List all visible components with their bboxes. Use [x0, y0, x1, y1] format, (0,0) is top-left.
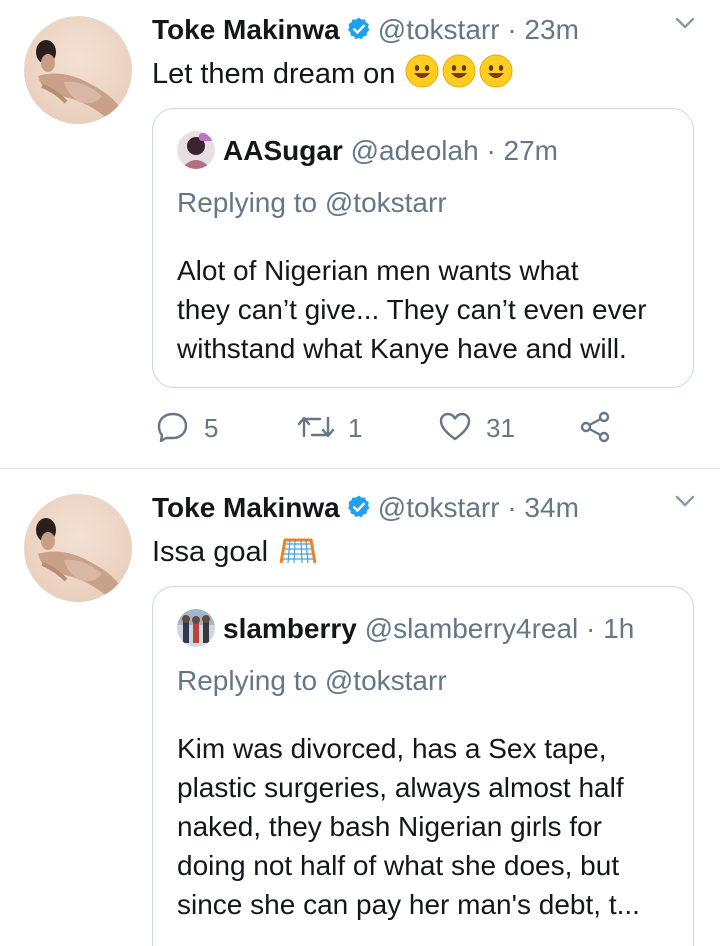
reply-count: 5	[204, 413, 219, 443]
retweet-count: 1	[348, 413, 363, 443]
quoted-avatar	[177, 131, 215, 169]
tweet-divider	[0, 468, 720, 469]
author-handle[interactable]: @tokstarr	[378, 14, 500, 45]
quoted-text-line: since she can pay her man's debt, t...	[177, 889, 640, 920]
tweet-text-content: Issa goal	[152, 536, 269, 568]
quoted-handle: @slamberry4real	[364, 613, 579, 644]
quoted-tweet-header: slamberry @slamberry4real · 1h	[177, 609, 634, 649]
tweet-text-content: Let them dream on	[152, 58, 396, 90]
tweet-actions: 5 1 31	[152, 398, 712, 458]
quoted-text-line: naked, they bash Nigerian girls for	[177, 811, 602, 842]
quoted-text-line: withstand what Kanye have and will.	[177, 333, 627, 364]
quoted-time: · 27m	[486, 135, 559, 166]
tweet-header: Toke Makinwa @tokstarr · 34m	[152, 488, 579, 528]
quoted-tweet[interactable]: slamberry @slamberry4real · 1h Replying …	[152, 586, 694, 946]
avatar[interactable]	[24, 494, 132, 602]
smiling-face-emoji-icon	[405, 54, 513, 99]
tweet-time[interactable]: · 34m	[507, 492, 579, 523]
replying-to: Replying to @tokstarr	[177, 187, 447, 218]
replying-to: Replying to @tokstarr	[177, 665, 447, 696]
chevron-down-icon[interactable]	[672, 488, 698, 519]
quoted-text: Kim was divorced, has a Sex tape, plasti…	[177, 729, 640, 924]
tweet-time[interactable]: · 23m	[507, 14, 579, 45]
quoted-author-name: AASugar	[223, 135, 343, 166]
goal-net-emoji-icon	[278, 536, 318, 577]
quoted-tweet-header: AASugar @adeolah · 27m	[177, 131, 558, 171]
quoted-tweet[interactable]: AASugar @adeolah · 27m Replying to @toks…	[152, 108, 694, 388]
quoted-text: Alot of Nigerian men wants what they can…	[177, 251, 647, 368]
quoted-text-line: Kim was divorced, has a Sex tape,	[177, 733, 607, 764]
quoted-text-line: they can’t give... They can’t even ever	[177, 294, 647, 325]
tweet[interactable]: Toke Makinwa @tokstarr · 23m Let them dre…	[0, 0, 720, 468]
quoted-handle: @adeolah	[350, 135, 479, 166]
author-handle[interactable]: @tokstarr	[378, 492, 500, 523]
quoted-avatar	[177, 609, 215, 647]
verified-badge-icon	[346, 491, 372, 531]
chevron-down-icon[interactable]	[672, 10, 698, 41]
quoted-text-line: Alot of Nigerian men wants what	[177, 255, 579, 286]
quoted-text-line: doing not half of what she does, but	[177, 850, 620, 881]
like-count: 31	[486, 413, 515, 443]
tweet-text: Issa goal	[152, 532, 318, 577]
quoted-text-line: plastic surgeries, always almost half	[177, 772, 624, 803]
author-name[interactable]: Toke Makinwa	[152, 492, 340, 523]
tweet-text: Let them dream on	[152, 54, 513, 99]
verified-badge-icon	[346, 13, 372, 53]
tweet-header: Toke Makinwa @tokstarr · 23m	[152, 10, 579, 50]
avatar[interactable]	[24, 16, 132, 124]
tweet[interactable]: Toke Makinwa @tokstarr · 34m Issa goal sl…	[0, 478, 720, 946]
author-name[interactable]: Toke Makinwa	[152, 14, 340, 45]
quoted-author-name: slamberry	[223, 613, 357, 644]
quoted-time: · 1h	[586, 613, 635, 644]
